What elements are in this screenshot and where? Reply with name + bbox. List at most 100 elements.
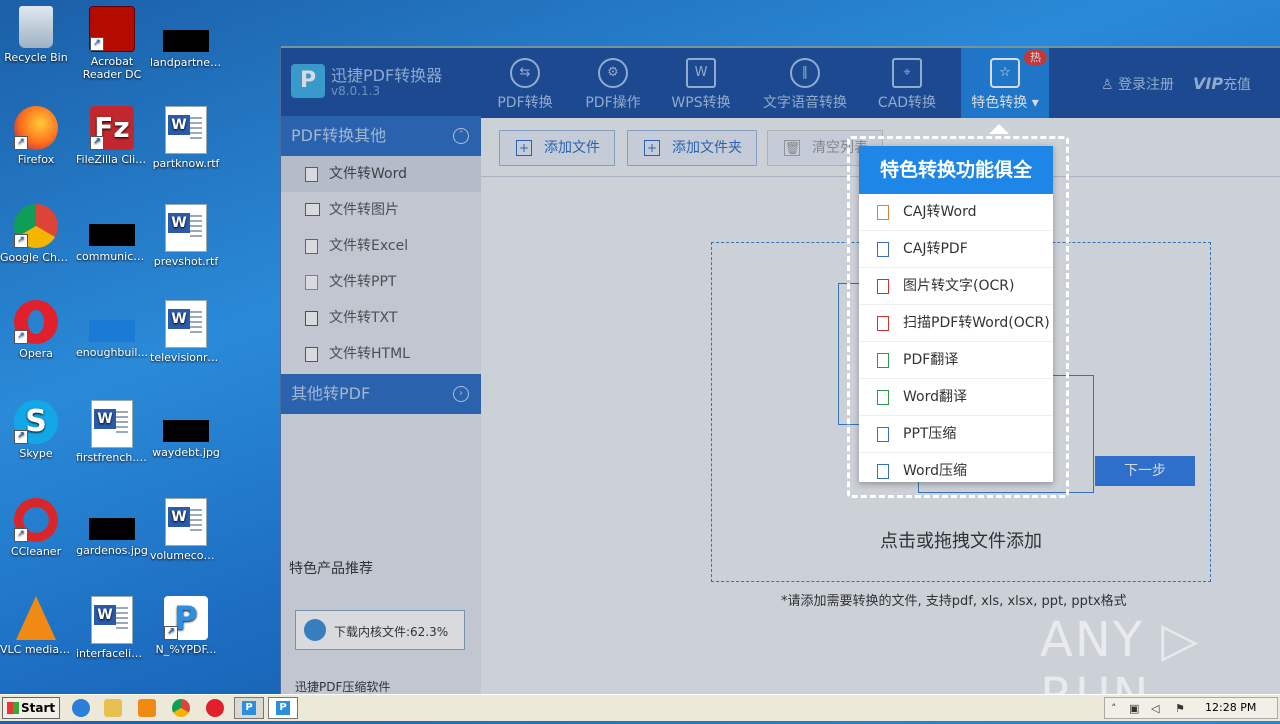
translate-file-icon bbox=[877, 390, 889, 405]
dropdown-item-scan-pdf-ocr[interactable]: 扫描PDF转Word(OCR) bbox=[859, 305, 1053, 342]
desktop-icon-label: televisionrel... bbox=[150, 351, 222, 364]
desktop-icon-waydebt[interactable]: waydebt.jpg bbox=[150, 400, 222, 459]
desktop-icon-firefox[interactable]: ↗ Firefox bbox=[0, 106, 72, 166]
dropdown-header: 特色转换功能俱全 bbox=[859, 146, 1053, 194]
desktop-icon-opera[interactable]: ↗ Opera bbox=[0, 300, 72, 360]
dropdown-item-label: Word翻译 bbox=[903, 389, 967, 405]
file-thumbnail bbox=[89, 224, 135, 246]
desktop-icon-prevshot[interactable]: W prevshot.rtf bbox=[150, 204, 222, 268]
pdf-converter-icon: P ↗ bbox=[164, 596, 208, 640]
overlay-dim bbox=[281, 46, 1280, 694]
desktop-icon-installer[interactable]: P ↗ N_%YPDF... bbox=[150, 596, 222, 656]
clock[interactable]: 12:28 PM bbox=[1205, 701, 1256, 714]
chrome-taskbar-icon[interactable] bbox=[172, 699, 190, 717]
desktop-icon-label: interfacelic.rtf bbox=[76, 647, 148, 660]
explorer-icon[interactable] bbox=[104, 699, 122, 717]
start-label: Start bbox=[21, 701, 56, 715]
dropdown-item-label: PDF翻译 bbox=[903, 352, 959, 368]
vlc-icon bbox=[16, 596, 56, 640]
compress-file-icon bbox=[877, 427, 889, 442]
start-button[interactable]: Start bbox=[2, 697, 60, 719]
desktop-icon-label: FileZilla Client bbox=[76, 153, 148, 166]
dropdown-item-label: Word压缩 bbox=[903, 463, 967, 479]
desktop-icon-label: firstfrench.rtf bbox=[76, 451, 148, 464]
taskbar-app-pdf-2[interactable]: P bbox=[268, 697, 298, 719]
pdf-converter-icon: P bbox=[242, 701, 256, 715]
desktop-icon-televisionrel[interactable]: W televisionrel... bbox=[150, 300, 222, 364]
ie-icon[interactable] bbox=[72, 699, 90, 717]
desktop-icon-label: communicati... bbox=[76, 250, 148, 263]
desktop-icon-label: N_%YPDF... bbox=[155, 643, 217, 656]
desktop-icon-vlc[interactable]: VLC media player bbox=[0, 596, 72, 656]
word-document-icon: W bbox=[165, 300, 207, 348]
desktop-icon-recycle-bin[interactable]: Recycle Bin bbox=[0, 6, 72, 64]
desktop-icon-landpartner[interactable]: landpartner... bbox=[150, 6, 222, 69]
desktop-icon-label: Firefox bbox=[17, 153, 55, 166]
desktop-icon-label: gardenos.jpg bbox=[76, 544, 148, 557]
desktop-icon-label: Google Chrome bbox=[0, 251, 72, 264]
desktop-icon-acrobat[interactable]: ↗ Acrobat Reader DC bbox=[76, 6, 148, 81]
dropdown-item-word-compress[interactable]: Word压缩 bbox=[859, 453, 1053, 489]
dropdown-caret bbox=[989, 124, 1009, 134]
skype-icon: S ↗ bbox=[14, 400, 58, 444]
network-icon[interactable]: ▣ bbox=[1129, 702, 1139, 715]
dropdown-item-ppt-compress[interactable]: PPT压缩 bbox=[859, 416, 1053, 453]
desktop-icon-enoughbuil[interactable]: enoughbuil... bbox=[76, 300, 148, 359]
desktop-icon-skype[interactable]: S ↗ Skype bbox=[0, 400, 72, 460]
desktop-icon-gardenos[interactable]: gardenos.jpg bbox=[76, 498, 148, 557]
taskbar-app-pdf-1[interactable]: P bbox=[234, 697, 264, 719]
acrobat-icon: ↗ bbox=[89, 6, 135, 52]
desktop-icon-label: Recycle Bin bbox=[4, 51, 68, 64]
desktop-icon-label: Skype bbox=[19, 447, 53, 460]
opera-taskbar-icon[interactable] bbox=[206, 699, 224, 717]
filezilla-icon: Fz ↗ bbox=[90, 106, 134, 150]
ocr-icon bbox=[877, 279, 889, 294]
system-tray: ˄ ▣ ◁ ⚑ 12:28 PM bbox=[1104, 697, 1278, 719]
word-document-icon: W bbox=[91, 596, 133, 644]
word-document-icon: W bbox=[165, 204, 207, 252]
desktop-icon-interfacelic[interactable]: W interfacelic.rtf bbox=[76, 596, 148, 660]
dropdown-item-word-translate[interactable]: Word翻译 bbox=[859, 379, 1053, 416]
desktop-icon-label: Acrobat Reader DC bbox=[82, 55, 142, 81]
translate-file-icon bbox=[877, 353, 889, 368]
desktop-icon-label: Opera bbox=[19, 347, 53, 360]
dropdown-item-label: CAJ转Word bbox=[903, 204, 977, 220]
chevron-up-icon[interactable]: ˄ bbox=[1111, 702, 1117, 715]
pdf-file-icon bbox=[877, 242, 889, 257]
chrome-icon: ↗ bbox=[14, 204, 58, 248]
desktop-icon-volumecom[interactable]: W volumecom... bbox=[150, 498, 222, 562]
file-thumbnail bbox=[163, 420, 209, 442]
dropdown-item-label: PPT压缩 bbox=[903, 426, 957, 442]
desktop-icon-communication[interactable]: communicati... bbox=[76, 204, 148, 263]
desktop-icon-filezilla[interactable]: Fz ↗ FileZilla Client bbox=[76, 106, 148, 166]
desktop-icon-label: partknow.rtf bbox=[152, 157, 220, 170]
word-document-icon: W bbox=[165, 106, 207, 154]
desktop-icon-label: waydebt.jpg bbox=[152, 446, 220, 459]
recycle-bin-icon bbox=[19, 6, 53, 48]
dropdown-item-label: CAJ转PDF bbox=[903, 241, 968, 257]
desktop-icon-ccleaner[interactable]: ↗ CCleaner bbox=[0, 498, 72, 558]
pdf-converter-icon: P bbox=[276, 701, 290, 715]
desktop-icon-firstfrench[interactable]: W firstfrench.rtf bbox=[76, 400, 148, 464]
special-convert-dropdown: 特色转换功能俱全 CAJ转Word CAJ转PDF 图片转文字(OCR) 扫描P… bbox=[859, 146, 1053, 482]
taskbar: Start P P ˄ ▣ ◁ ⚑ 12:28 PM bbox=[0, 694, 1280, 721]
windows-logo-icon bbox=[7, 702, 19, 714]
desktop-icon-label: landpartner... bbox=[150, 56, 222, 69]
desktop-icon-partknow[interactable]: W partknow.rtf bbox=[150, 106, 222, 170]
dropdown-item-caj-to-pdf[interactable]: CAJ转PDF bbox=[859, 231, 1053, 268]
media-player-icon[interactable] bbox=[138, 699, 156, 717]
file-thumbnail bbox=[89, 320, 135, 342]
word-document-icon: W bbox=[165, 498, 207, 546]
dropdown-item-caj-to-word[interactable]: CAJ转Word bbox=[859, 194, 1053, 231]
firefox-icon: ↗ bbox=[14, 106, 58, 150]
caj-file-icon bbox=[877, 205, 889, 220]
desktop-icon-chrome[interactable]: ↗ Google Chrome bbox=[0, 204, 72, 264]
file-thumbnail bbox=[163, 30, 209, 52]
dropdown-item-pdf-translate[interactable]: PDF翻译 bbox=[859, 342, 1053, 379]
desktop-icon-label: volumecom... bbox=[150, 549, 222, 562]
dropdown-item-image-ocr[interactable]: 图片转文字(OCR) bbox=[859, 268, 1053, 305]
volume-icon[interactable]: ◁ bbox=[1151, 702, 1159, 715]
desktop-icon-label: VLC media player bbox=[0, 643, 72, 656]
flag-icon[interactable]: ⚑ bbox=[1175, 702, 1185, 715]
ccleaner-icon: ↗ bbox=[14, 498, 58, 542]
